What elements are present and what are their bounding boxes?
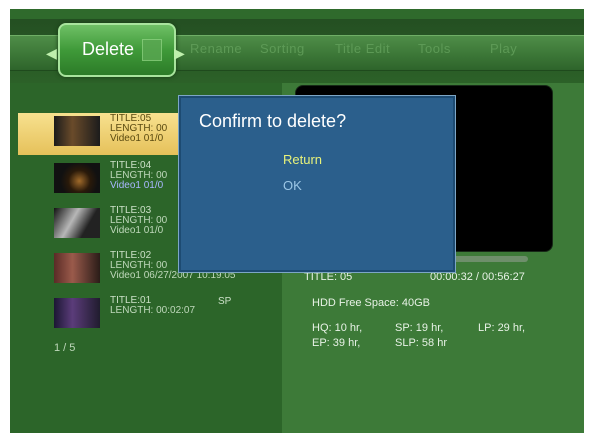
tab-sorting[interactable]: Sorting	[260, 41, 305, 56]
length-label: LENGTH: 00:02:07	[110, 305, 196, 316]
hdd-mode-sp: SP: 19 hr,	[395, 322, 444, 334]
ok-option[interactable]: OK	[283, 178, 302, 193]
thumbnail	[54, 116, 100, 146]
video-label: Video1 01/0	[110, 180, 164, 191]
hdd-mode-hq: HQ: 10 hr,	[312, 322, 363, 334]
hdd-free-space: HDD Free Space: 40GB	[312, 297, 430, 309]
tab-title-edit[interactable]: Title Edit	[335, 41, 390, 56]
page-icon	[142, 39, 162, 61]
thumbnail	[54, 163, 100, 193]
video-label: Video1 01/0	[110, 225, 164, 236]
tab-tools[interactable]: Tools	[418, 41, 451, 56]
confirm-delete-dialog: Confirm to delete? Return OK	[178, 95, 456, 273]
title-meta: TITLE:04 LENGTH: 00 Video1 01/0	[110, 161, 167, 191]
return-option[interactable]: Return	[283, 152, 322, 167]
tab-play[interactable]: Play	[490, 41, 517, 56]
page-counter: 1 / 5	[54, 342, 76, 354]
quality-label: SP	[218, 296, 232, 307]
tab-delete[interactable]: ◀ Delete ▶	[46, 23, 185, 77]
hdd-mode-slp: SLP: 58 hr	[395, 337, 447, 349]
thumbnail	[54, 253, 100, 283]
chevron-right-icon: ▶	[174, 45, 185, 61]
dialog-title: Confirm to delete?	[199, 111, 347, 131]
title-row-01[interactable]: TITLE:01 LENGTH: 00:02:07 SP	[18, 295, 283, 337]
thumbnail	[54, 298, 100, 328]
tab-delete-label: Delete	[82, 39, 135, 59]
tab-rename[interactable]: Rename	[190, 41, 242, 56]
video-label: Video1 01/0	[110, 133, 164, 144]
thumbnail	[54, 208, 100, 238]
hdd-mode-ep: EP: 39 hr,	[312, 337, 361, 349]
title-meta: TITLE:01 LENGTH: 00:02:07	[110, 296, 195, 316]
title-meta: TITLE:03 LENGTH: 00 Video1 01/0	[110, 206, 167, 236]
chevron-left-icon: ◀	[46, 45, 57, 61]
hdd-mode-lp: LP: 29 hr,	[478, 322, 526, 334]
title-meta: TITLE:05 LENGTH: 00 Video1 01/0	[110, 114, 167, 144]
